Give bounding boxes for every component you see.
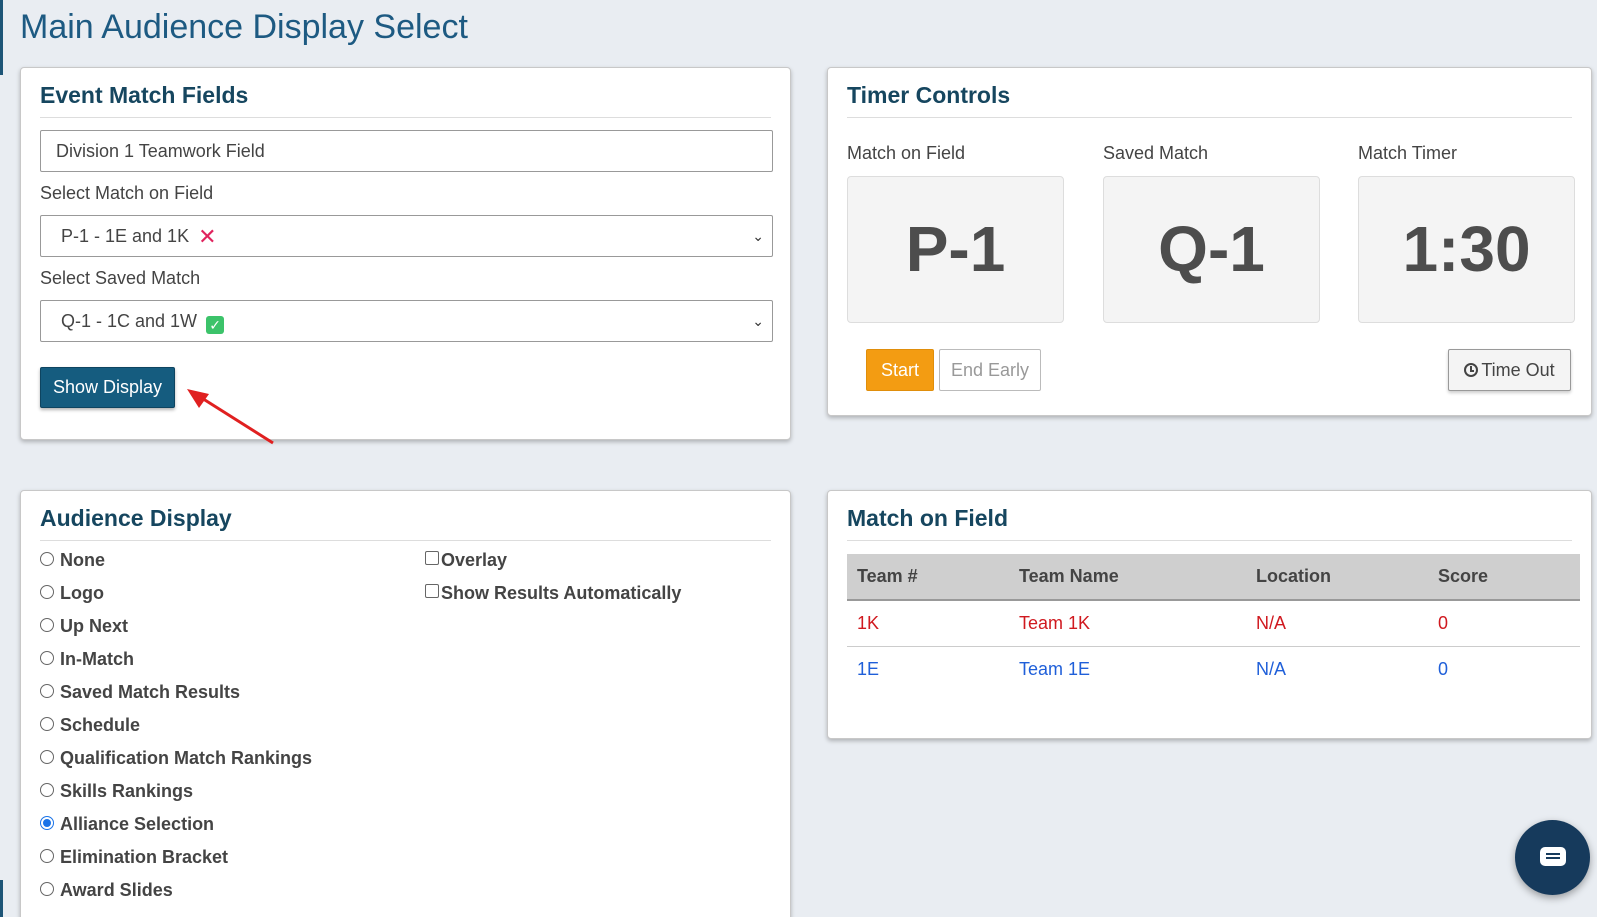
x-mark-icon: ✕ xyxy=(198,224,217,249)
cell-team-number: 1E xyxy=(857,658,880,679)
radio-qualification-match-rankings[interactable]: Qualification Match Rankings xyxy=(40,748,312,769)
left-edge-bar-bottom xyxy=(0,880,3,917)
cell-score: 0 xyxy=(1428,600,1580,647)
radio-circle[interactable] xyxy=(40,683,54,698)
saved-match-display: Q-1 xyxy=(1103,176,1320,323)
match-on-field-title: Match on Field xyxy=(847,505,1572,541)
header-team-name: Team Name xyxy=(1009,554,1246,601)
cell-score: 0 xyxy=(1438,658,1449,679)
timer-controls-panel: Timer Controls Match on Field Saved Matc… xyxy=(827,67,1592,416)
checkbox-show-results-automatically[interactable]: Show Results Automatically xyxy=(425,583,681,604)
radio-award-slides[interactable]: Award Slides xyxy=(40,880,173,901)
radio-alliance-selection[interactable]: Alliance Selection xyxy=(40,814,214,835)
start-button[interactable]: Start xyxy=(866,349,934,391)
checkbox-overlay[interactable]: Overlay xyxy=(425,550,507,571)
chat-icon xyxy=(1540,847,1566,866)
field-select-value: Division 1 Teamwork Field xyxy=(56,141,265,161)
cell-team-number: 1K xyxy=(847,600,1009,647)
match-timer-label: Match Timer xyxy=(1358,143,1458,163)
clock-icon xyxy=(1464,363,1479,377)
timer-controls-title: Timer Controls xyxy=(847,82,1572,118)
radio-circle[interactable] xyxy=(40,551,54,566)
radio-circle[interactable] xyxy=(40,617,54,632)
radio-label: Up Next xyxy=(60,616,129,636)
table-header-row: Team # Team Name Location Score xyxy=(847,554,1580,601)
page-title: Main Audience Display Select xyxy=(20,8,468,46)
chevron-down-icon: ⌄ xyxy=(752,313,764,329)
show-display-button[interactable]: Show Display xyxy=(40,367,175,408)
table-row: 1E Team 1E N/A 0 xyxy=(847,646,1580,692)
select-match-value: P-1 - 1E and 1K xyxy=(61,226,190,246)
table-row: 1K Team 1K N/A 0 xyxy=(847,600,1580,647)
radio-label: Award Slides xyxy=(60,880,173,900)
radio-circle[interactable] xyxy=(40,716,54,731)
cell-team-name: Team 1E xyxy=(1019,658,1091,679)
radio-circle[interactable] xyxy=(40,881,54,896)
radio-label: Qualification Match Rankings xyxy=(60,748,313,768)
radio-label: Saved Match Results xyxy=(60,682,241,702)
radio-label: Alliance Selection xyxy=(60,814,215,834)
checkbox-box[interactable] xyxy=(425,550,439,565)
radio-circle[interactable] xyxy=(40,782,54,797)
radio-elimination-bracket[interactable]: Elimination Bracket xyxy=(40,847,228,868)
radio-circle[interactable] xyxy=(40,650,54,665)
left-edge-bar xyxy=(0,0,3,75)
cell-team-name: Team 1K xyxy=(1009,600,1246,647)
match-on-field-display: P-1 xyxy=(847,176,1064,323)
header-location: Location xyxy=(1246,554,1428,601)
radio-in-match[interactable]: In-Match xyxy=(40,649,134,670)
radio-saved-match-results[interactable]: Saved Match Results xyxy=(40,682,240,703)
radio-schedule[interactable]: Schedule xyxy=(40,715,140,736)
radio-label: Logo xyxy=(60,583,104,603)
cell-location: N/A xyxy=(1256,658,1287,679)
chat-launcher-button[interactable] xyxy=(1515,820,1590,895)
header-team-number: Team # xyxy=(847,554,1009,601)
select-saved-value: Q-1 - 1C and 1W xyxy=(61,311,198,331)
audience-display-title: Audience Display xyxy=(40,505,771,541)
radio-label: Schedule xyxy=(60,715,141,735)
checkbox-label: Overlay xyxy=(441,550,508,570)
match-on-field-label: Match on Field xyxy=(847,143,966,163)
red-arrow-annotation xyxy=(187,389,274,445)
select-saved-dropdown[interactable]: Q-1 - 1C and 1W ✓ ⌄ xyxy=(40,300,773,342)
checkbox-box[interactable] xyxy=(425,583,439,598)
cell-location: N/A xyxy=(1246,600,1428,647)
field-select[interactable]: Division 1 Teamwork Field xyxy=(40,130,773,172)
select-match-dropdown[interactable]: P-1 - 1E and 1K ✕ ⌄ xyxy=(40,215,773,257)
match-teams-table: Team # Team Name Location Score 1K Team … xyxy=(847,554,1580,692)
header-score: Score xyxy=(1428,554,1580,601)
radio-circle-selected[interactable] xyxy=(40,815,54,830)
radio-circle[interactable] xyxy=(40,848,54,863)
audience-display-panel: Audience Display None Logo Up Next In-Ma… xyxy=(20,490,791,917)
match-timer-display: 1:30 xyxy=(1358,176,1575,323)
check-mark-icon: ✓ xyxy=(206,316,225,334)
select-match-label: Select Match on Field xyxy=(40,183,214,203)
checkbox-label: Show Results Automatically xyxy=(441,583,682,603)
time-out-button[interactable]: Time Out xyxy=(1448,349,1571,391)
match-on-field-panel: Match on Field Team # Team Name Location… xyxy=(827,490,1592,739)
radio-none[interactable]: None xyxy=(40,550,105,571)
event-match-fields-panel: Event Match Fields Division 1 Teamwork F… xyxy=(20,67,791,440)
end-early-button[interactable]: End Early xyxy=(939,349,1041,391)
radio-skills-rankings[interactable]: Skills Rankings xyxy=(40,781,193,802)
saved-match-label: Saved Match xyxy=(1103,143,1209,163)
radio-logo[interactable]: Logo xyxy=(40,583,104,604)
chevron-down-icon: ⌄ xyxy=(752,228,764,244)
radio-circle[interactable] xyxy=(40,584,54,599)
event-match-fields-title: Event Match Fields xyxy=(40,82,771,118)
radio-circle[interactable] xyxy=(40,749,54,764)
radio-up-next[interactable]: Up Next xyxy=(40,616,128,637)
radio-label: In-Match xyxy=(60,649,134,669)
select-saved-label: Select Saved Match xyxy=(40,268,201,288)
radio-label: None xyxy=(60,550,105,570)
radio-label: Elimination Bracket xyxy=(60,847,229,867)
radio-label: Skills Rankings xyxy=(60,781,194,801)
time-out-label: Time Out xyxy=(1481,360,1555,380)
